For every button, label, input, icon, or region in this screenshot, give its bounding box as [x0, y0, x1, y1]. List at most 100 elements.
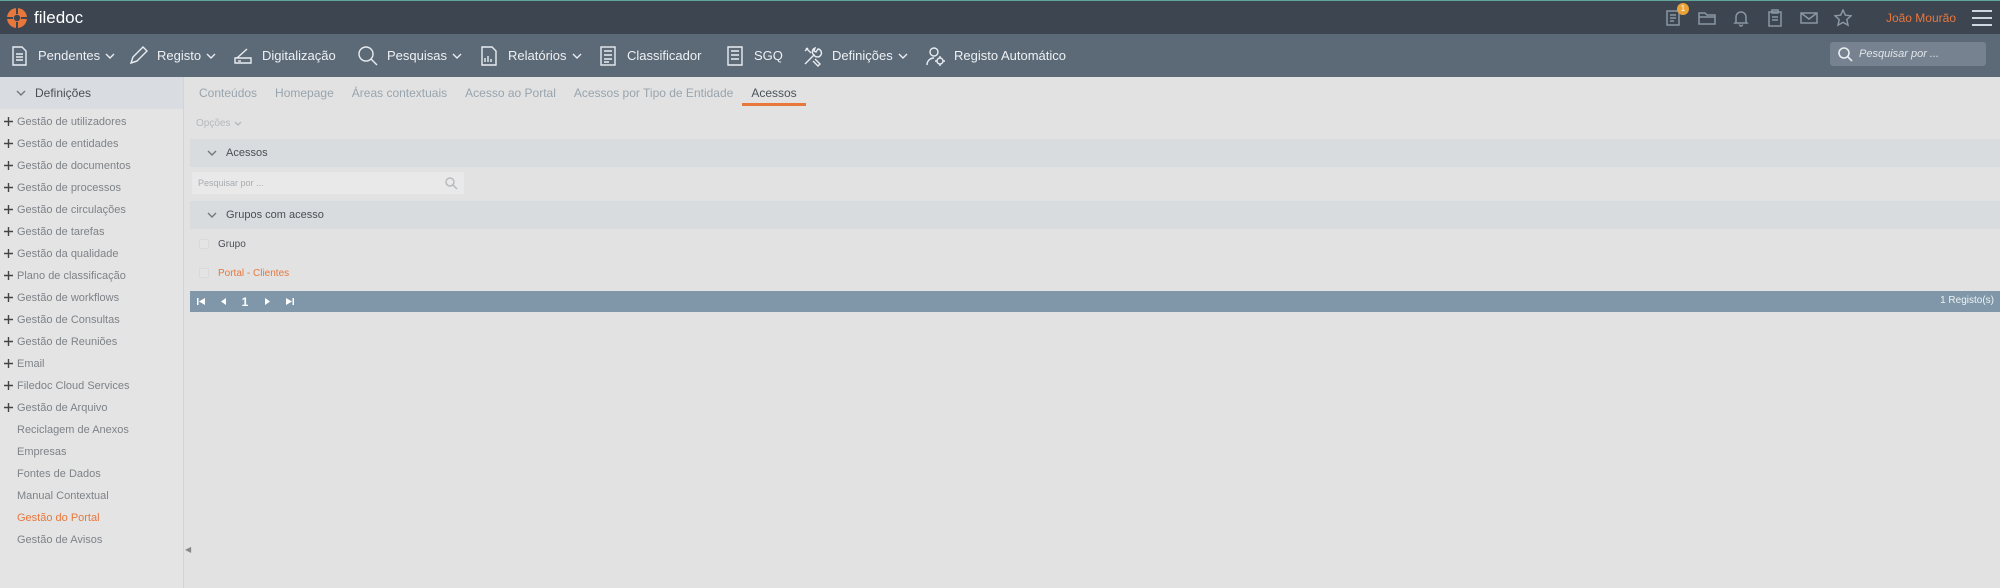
- expand-icon[interactable]: [3, 116, 14, 127]
- sidebar-item-label: Gestão de utilizadores: [17, 116, 127, 128]
- sidebar-item-tarefas[interactable]: Gestão de tarefas: [0, 221, 183, 243]
- row-grupo-link[interactable]: Portal - Clientes: [218, 268, 289, 279]
- sidebar-item-consultas[interactable]: Gestão de Consultas: [0, 309, 183, 331]
- sidebar-item-reciclagem[interactable]: Reciclagem de Anexos: [0, 419, 183, 441]
- sidebar-item-manual-contextual[interactable]: Manual Contextual: [0, 485, 183, 507]
- prev-page-icon[interactable]: [212, 291, 234, 312]
- nav-registo-automatico[interactable]: Registo Automático: [924, 34, 1066, 77]
- select-all-checkbox[interactable]: [199, 239, 209, 249]
- sidebar-item-fontes-dados[interactable]: Fontes de Dados: [0, 463, 183, 485]
- sidebar-item-utilizadores[interactable]: Gestão de utilizadores: [0, 111, 183, 133]
- sidebar-item-arquivo[interactable]: Gestão de Arquivo: [0, 397, 183, 419]
- chevron-down-icon: [572, 53, 582, 59]
- expand-icon[interactable]: [3, 402, 14, 413]
- expand-icon[interactable]: [3, 292, 14, 303]
- options-dropdown[interactable]: Opções: [196, 118, 242, 129]
- nav-definicoes[interactable]: Definições: [802, 34, 908, 77]
- grid-header: Grupo: [190, 230, 2000, 258]
- sidebar-item-workflows[interactable]: Gestão de workflows: [0, 287, 183, 309]
- expand-icon[interactable]: [3, 160, 14, 171]
- nav-sgq[interactable]: SGQ: [724, 34, 783, 77]
- next-page-icon[interactable]: [256, 291, 278, 312]
- chevron-down-icon: [898, 53, 908, 59]
- sidebar-item-cloud-services[interactable]: Filedoc Cloud Services: [0, 375, 183, 397]
- nav-pesquisas[interactable]: Pesquisas: [357, 34, 462, 77]
- star-icon[interactable]: [1831, 6, 1855, 30]
- global-search: [1830, 42, 1986, 66]
- chevron-down-icon: [206, 53, 216, 59]
- sidebar-item-label: Empresas: [17, 446, 67, 458]
- expand-icon[interactable]: [3, 226, 14, 237]
- sidebar-item-gestao-portal[interactable]: Gestão do Portal: [0, 507, 183, 529]
- sidebar-item-label: Gestão de entidades: [17, 138, 119, 150]
- tab-acesso-portal[interactable]: Acesso ao Portal: [456, 77, 565, 109]
- tab-conteudos[interactable]: Conteúdos: [190, 77, 266, 109]
- sidebar-header[interactable]: Definições: [0, 77, 183, 109]
- sidebar-item-email[interactable]: Email: [0, 353, 183, 375]
- sidebar-item-label: Plano de classificação: [17, 270, 126, 282]
- nav-label: Relatórios: [508, 48, 567, 63]
- menu-icon[interactable]: [1970, 6, 1994, 30]
- access-search-input[interactable]: [198, 178, 428, 188]
- sidebar-item-reunioes[interactable]: Gestão de Reuniões: [0, 331, 183, 353]
- column-header-grupo[interactable]: Grupo: [218, 239, 246, 250]
- sidebar-item-processos[interactable]: Gestão de processos: [0, 177, 183, 199]
- expand-icon[interactable]: [3, 270, 14, 281]
- first-page-icon[interactable]: [190, 291, 212, 312]
- nav-registo[interactable]: Registo: [127, 34, 216, 77]
- sidebar-item-entidades[interactable]: Gestão de entidades: [0, 133, 183, 155]
- expand-icon[interactable]: [3, 204, 14, 215]
- sidebar-item-label: Gestão de processos: [17, 182, 121, 194]
- tab-homepage[interactable]: Homepage: [266, 77, 343, 109]
- sidebar-list: Gestão de utilizadores Gestão de entidad…: [0, 109, 183, 551]
- clipboard-icon[interactable]: [1763, 6, 1787, 30]
- user-name-link[interactable]: João Mourão: [1886, 11, 1956, 25]
- sidebar-item-label: Gestão de circulações: [17, 204, 126, 216]
- nav-relatorios[interactable]: Relatórios: [478, 34, 582, 77]
- search-icon[interactable]: [445, 176, 458, 190]
- tab-acessos[interactable]: Acessos: [742, 77, 807, 109]
- filedoc-logo[interactable]: [6, 7, 28, 29]
- expand-icon[interactable]: [3, 314, 14, 325]
- options-label: Opções: [196, 118, 231, 129]
- nav-label: Digitalização: [262, 48, 336, 63]
- sidebar-item-circulacoes[interactable]: Gestão de circulações: [0, 199, 183, 221]
- nav-classificador[interactable]: Classificador: [597, 34, 701, 77]
- documents-icon[interactable]: 1: [1661, 3, 1689, 30]
- expand-icon[interactable]: [3, 380, 14, 391]
- folder-icon[interactable]: [1695, 6, 1719, 30]
- current-page[interactable]: 1: [234, 295, 256, 309]
- main-nav: Pendentes Registo Digitalização Pesquisa…: [0, 34, 2000, 77]
- sidebar-item-avisos[interactable]: Gestão de Avisos: [0, 529, 183, 551]
- section-grupos-acesso[interactable]: Grupos com acesso: [190, 201, 2000, 229]
- nav-digitalizacao[interactable]: Digitalização: [232, 34, 336, 77]
- expand-icon[interactable]: [3, 138, 14, 149]
- expand-icon[interactable]: [3, 336, 14, 347]
- row-checkbox[interactable]: [199, 268, 209, 278]
- expand-icon[interactable]: [3, 248, 14, 259]
- sidebar-item-label: Manual Contextual: [17, 490, 109, 502]
- tools-icon: [804, 46, 823, 67]
- pen-icon: [129, 45, 148, 64]
- nav-label: Registo: [157, 48, 202, 63]
- nav-pendentes[interactable]: Pendentes: [8, 34, 115, 77]
- record-count: 1 Registo(s): [1940, 295, 1994, 306]
- section-acessos[interactable]: Acessos: [190, 139, 2000, 167]
- search-icon[interactable]: [1838, 46, 1853, 62]
- sidebar-item-label: Gestão de Reuniões: [17, 336, 118, 348]
- expand-icon[interactable]: [3, 358, 14, 369]
- last-page-icon[interactable]: [278, 291, 300, 312]
- chevron-down-icon: [16, 90, 26, 96]
- sidebar-item-label: Gestão de workflows: [17, 292, 120, 304]
- table-row[interactable]: Portal - Clientes: [190, 260, 2000, 286]
- sidebar-item-plano-classificacao[interactable]: Plano de classificação: [0, 265, 183, 287]
- tab-acessos-tipo-entidade[interactable]: Acessos por Tipo de Entidade: [565, 77, 742, 109]
- sidebar-item-qualidade[interactable]: Gestão da qualidade: [0, 243, 183, 265]
- mail-icon[interactable]: [1797, 6, 1821, 30]
- expand-icon[interactable]: [3, 182, 14, 193]
- sidebar-item-documentos[interactable]: Gestão de documentos: [0, 155, 183, 177]
- sidebar-item-empresas[interactable]: Empresas: [0, 441, 183, 463]
- global-search-input[interactable]: [1859, 48, 1979, 60]
- tab-areas-contextuais[interactable]: Áreas contextuais: [343, 77, 456, 109]
- bell-icon[interactable]: [1729, 6, 1753, 30]
